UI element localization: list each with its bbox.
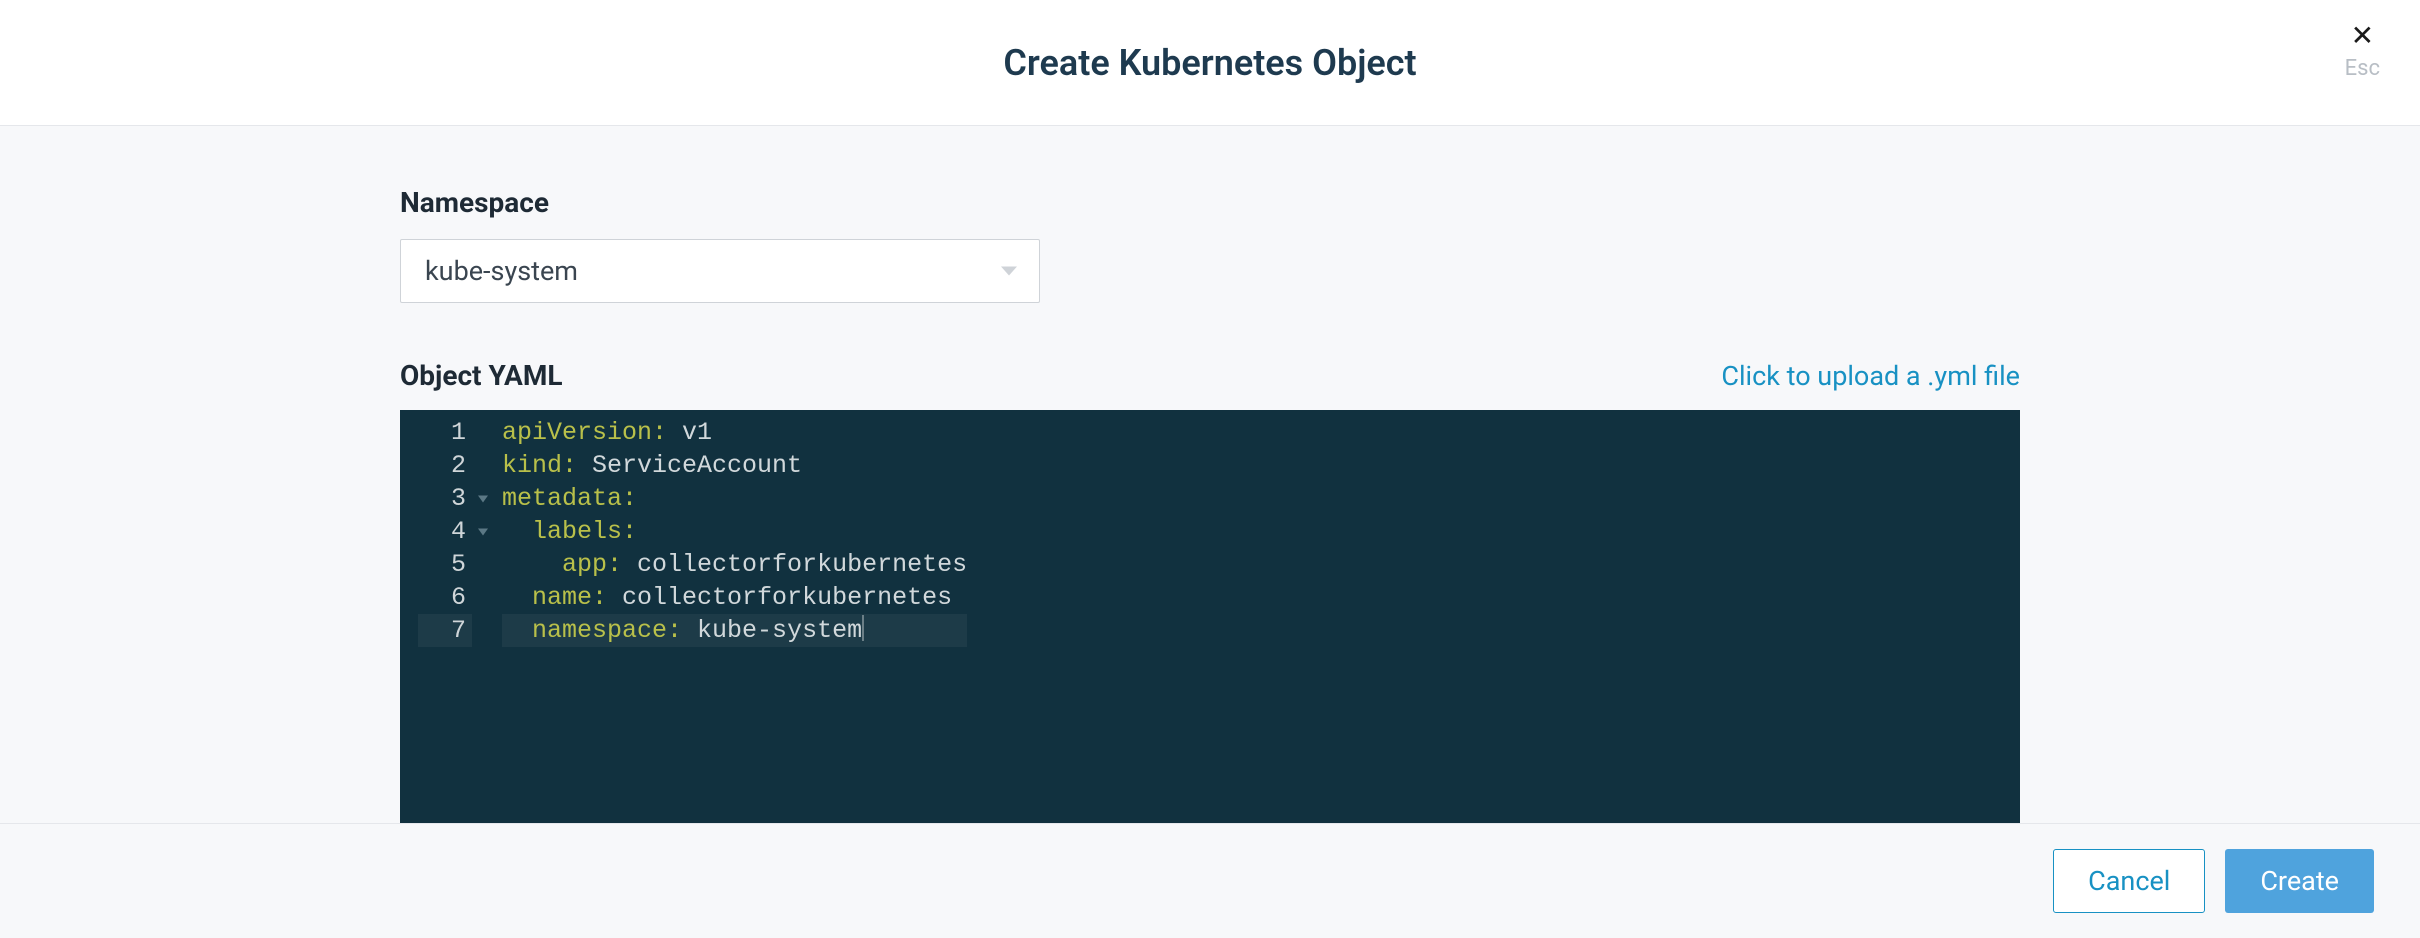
yaml-value: collectorforkubernetes <box>622 550 967 579</box>
create-button[interactable]: Create <box>2225 849 2374 913</box>
code-line[interactable]: metadata: <box>502 482 967 515</box>
namespace-label: Namespace <box>400 186 2020 219</box>
modal-body: Namespace kube-system Object YAML Click … <box>0 126 2420 823</box>
code-line[interactable]: namespace: kube-system <box>502 614 967 647</box>
chevron-down-icon <box>1001 267 1017 276</box>
yaml-key: name: <box>532 583 607 612</box>
fold-icon[interactable] <box>478 528 488 535</box>
yaml-value: v1 <box>667 418 712 447</box>
yaml-key: metadata: <box>502 484 637 513</box>
close-button[interactable]: ✕ Esc <box>2345 22 2380 81</box>
code-line[interactable]: name: collectorforkubernetes <box>502 581 967 614</box>
code-line[interactable]: labels: <box>502 515 967 548</box>
yaml-label: Object YAML <box>400 359 563 392</box>
modal-footer: Cancel Create <box>0 823 2420 938</box>
modal-header: Create Kubernetes Object ✕ Esc <box>0 0 2420 126</box>
code-line[interactable]: kind: ServiceAccount <box>502 449 967 482</box>
yaml-key: labels: <box>532 517 637 546</box>
code-line[interactable]: apiVersion: v1 <box>502 416 967 449</box>
yaml-key: app: <box>562 550 622 579</box>
editor-cursor <box>862 615 864 641</box>
close-esc-label: Esc <box>2345 56 2380 81</box>
yaml-key: kind: <box>502 451 577 480</box>
yaml-value: ServiceAccount <box>577 451 802 480</box>
yaml-value: kube-system <box>682 616 862 645</box>
editor-code[interactable]: apiVersion: v1kind: ServiceAccountmetada… <box>472 416 967 823</box>
yaml-value: collectorforkubernetes <box>607 583 952 612</box>
yaml-key: apiVersion: <box>502 418 667 447</box>
line-number: 5 <box>418 548 472 581</box>
editor-gutter: 1234567 <box>400 416 472 823</box>
line-number: 2 <box>418 449 472 482</box>
yaml-key: namespace: <box>532 616 682 645</box>
fold-icon[interactable] <box>478 495 488 502</box>
namespace-select-value: kube-system <box>425 255 578 287</box>
line-number: 7 <box>418 614 472 647</box>
modal-title: Create Kubernetes Object <box>1003 42 1416 84</box>
yaml-editor[interactable]: 1234567 apiVersion: v1kind: ServiceAccou… <box>400 410 2020 823</box>
line-number: 6 <box>418 581 472 614</box>
line-number: 1 <box>418 416 472 449</box>
line-number: 3 <box>418 482 472 515</box>
code-line[interactable]: app: collectorforkubernetes <box>502 548 967 581</box>
close-icon: ✕ <box>2351 22 2374 50</box>
upload-yml-link[interactable]: Click to upload a .yml file <box>1721 360 2020 392</box>
namespace-select[interactable]: kube-system <box>400 239 1040 303</box>
cancel-button[interactable]: Cancel <box>2053 849 2205 913</box>
line-number: 4 <box>418 515 472 548</box>
